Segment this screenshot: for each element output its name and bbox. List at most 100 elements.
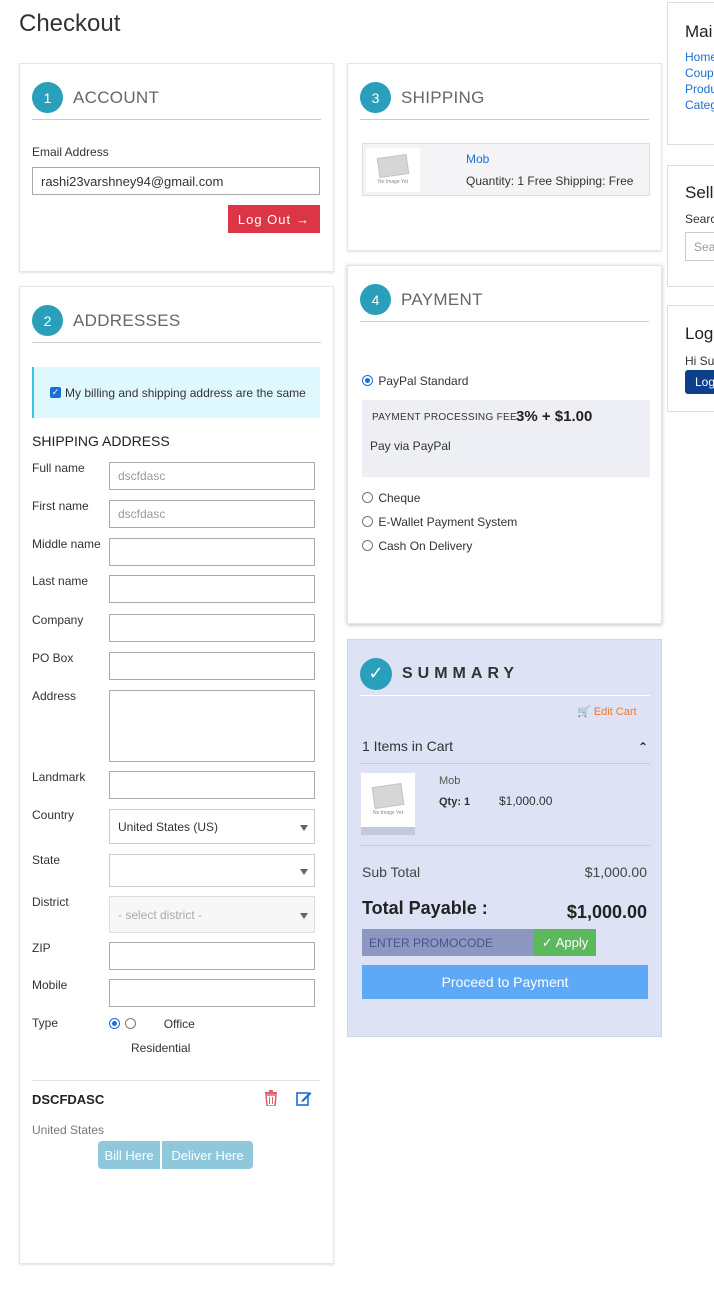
fee-value: 3% + $1.00	[516, 408, 593, 425]
edit-cart-label: Edit Cart	[593, 706, 637, 718]
account-card: 1 ACCOUNT Email Address rashi23varshney9…	[19, 63, 334, 272]
chevron-down-icon	[300, 868, 308, 875]
summary-title: SUMMARY	[402, 664, 520, 682]
first-name-label: First name	[32, 499, 89, 513]
district-select[interactable]: - select district -	[109, 896, 315, 933]
summary-item-price: $1,000.00	[499, 794, 553, 808]
shipping-address-heading: SHIPPING ADDRESS	[32, 433, 170, 449]
shipping-item-name[interactable]: Mob	[466, 152, 489, 166]
main-menu-title: Mai	[685, 22, 713, 41]
payment-option-ewallet[interactable]: E-Wallet Payment System	[362, 514, 517, 529]
payment-card: 4 PAYMENT PayPal Standard PAYMENT PROCES…	[347, 265, 662, 624]
address-textarea[interactable]	[109, 690, 315, 762]
summary-card: ✓ SUMMARY 🛒 Edit Cart 1 Items in Cart ⌃ …	[347, 639, 662, 1037]
login-button-label: Log	[695, 375, 714, 389]
payment-option-cod[interactable]: Cash On Delivery	[362, 538, 472, 553]
shipping-card: 3 SHIPPING No Image Yet Mob Quantity: 1 …	[347, 63, 662, 251]
divider	[360, 845, 650, 846]
step-number: 4	[360, 284, 391, 315]
proceed-to-payment-button[interactable]: Proceed to Payment	[362, 965, 648, 999]
payment-option-cheque[interactable]: Cheque	[362, 490, 420, 505]
shipping-title: SHIPPING	[401, 87, 485, 107]
last-name-field[interactable]	[109, 575, 315, 603]
address-label: Address	[32, 689, 77, 703]
login-greeting: Hi Su	[685, 354, 714, 368]
step-number: 1	[32, 82, 63, 113]
first-name-field[interactable]: dscfdasc	[109, 500, 315, 528]
edit-cart-link[interactable]: 🛒 Edit Cart	[577, 705, 637, 718]
full-name-label: Full name	[32, 461, 85, 475]
items-in-cart[interactable]: 1 Items in Cart	[362, 738, 453, 754]
no-image-icon	[371, 782, 405, 809]
logout-button[interactable]: Log Out →	[228, 205, 320, 233]
deliver-here-button[interactable]: Deliver Here	[162, 1141, 253, 1169]
po-box-field[interactable]	[109, 652, 315, 680]
sidebar-link-categories[interactable]: Categ	[685, 98, 714, 112]
login-button[interactable]: Log	[685, 370, 714, 394]
full-name-field[interactable]: dscfdasc	[109, 462, 315, 490]
seller-title: Sella	[685, 183, 714, 202]
middle-name-field[interactable]	[109, 538, 315, 566]
promocode-input[interactable]: ENTER PROMOCODE	[362, 929, 534, 956]
summary-item-qty: Qty: 1	[439, 796, 471, 808]
seller-search-placeholder: Sea	[694, 239, 714, 254]
main-menu-widget: Mai Home Coup Produ Categ	[667, 2, 714, 145]
country-value: United States (US)	[118, 819, 219, 834]
same-address-label: My billing and shipping address are the …	[65, 385, 306, 400]
last-name-label: Last name	[32, 574, 89, 588]
district-label: District	[32, 895, 69, 909]
check-icon: ✓	[541, 934, 553, 950]
same-address-checkbox[interactable]: ✓	[50, 387, 61, 398]
email-field[interactable]: rashi23varshney94@gmail.com	[32, 167, 320, 195]
sidebar-link-products[interactable]: Produ	[685, 82, 714, 96]
state-select[interactable]	[109, 854, 315, 887]
seller-widget: Sella Searc Sea	[667, 165, 714, 287]
chevron-down-icon	[300, 912, 308, 919]
type-residential-label: Residential	[131, 1041, 191, 1055]
subtotal-value: $1,000.00	[584, 864, 647, 880]
seller-search-input[interactable]: Sea	[685, 232, 714, 261]
payment-option-paypal[interactable]: PayPal Standard	[362, 373, 468, 388]
arrow-right-icon: →	[296, 211, 311, 227]
chevron-up-icon[interactable]: ⌃	[638, 740, 648, 754]
landmark-field[interactable]	[109, 771, 315, 799]
type-radio-group: Office	[109, 1016, 195, 1031]
ewallet-radio[interactable]	[362, 516, 373, 528]
subtotal-label: Sub Total	[362, 864, 421, 880]
type-office-radio[interactable]	[109, 1018, 120, 1030]
shipping-item-details: Quantity: 1 Free Shipping: Free	[466, 174, 634, 188]
login-widget: Logi Hi Su Log	[667, 305, 714, 412]
mobile-label: Mobile	[32, 978, 68, 992]
payment-title: PAYMENT	[401, 289, 483, 309]
type-residential-radio[interactable]	[125, 1018, 137, 1030]
check-circle-icon: ✓	[360, 657, 392, 690]
zip-field[interactable]	[109, 942, 315, 970]
no-image-icon	[376, 153, 410, 178]
sidebar-link-coupons[interactable]: Coup	[685, 66, 714, 80]
apply-button[interactable]: ✓ Apply	[534, 929, 596, 956]
cheque-radio[interactable]	[362, 492, 373, 504]
country-select[interactable]: United States (US)	[109, 809, 315, 844]
edit-icon[interactable]	[296, 1090, 312, 1106]
cart-icon: 🛒	[577, 706, 591, 718]
summary-thumbnail: No Image Yet	[361, 773, 415, 835]
logout-label: Log Out	[237, 211, 292, 227]
district-value: - select district -	[118, 907, 203, 922]
saved-address-country: United States	[32, 1123, 105, 1137]
step-number: 2	[32, 305, 63, 336]
bill-here-button[interactable]: Bill Here	[98, 1141, 160, 1169]
addresses-title: ADDRESSES	[73, 310, 181, 330]
paypal-radio[interactable]	[362, 375, 373, 387]
cod-radio[interactable]	[362, 540, 373, 552]
shipping-header: 3 SHIPPING	[360, 76, 649, 120]
divider	[360, 763, 650, 764]
company-field[interactable]	[109, 614, 315, 642]
company-label: Company	[32, 613, 84, 627]
trash-icon[interactable]	[264, 1090, 278, 1107]
country-label: Country	[32, 808, 75, 822]
sidebar-link-home[interactable]: Home	[685, 50, 714, 64]
mobile-field[interactable]	[109, 979, 315, 1007]
addresses-header: 2 ADDRESSES	[32, 299, 321, 343]
same-address-box: ✓ My billing and shipping address are th…	[32, 367, 320, 418]
cod-label: Cash On Delivery	[378, 538, 473, 553]
